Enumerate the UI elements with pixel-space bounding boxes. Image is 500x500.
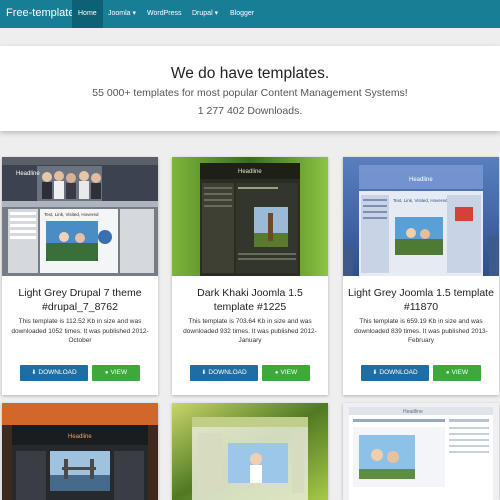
thumbnail-headline-text: Headline [409,177,433,183]
download-icon: ⬇ [31,370,37,376]
downloads-count: 1 277 402 Downloads. [197,105,303,117]
thumbnail-headline-text: Headline [16,171,40,177]
card-title[interactable]: Light Grey Drupal 7 theme #drupal_7_8762 [6,286,154,314]
card-title[interactable]: Dark Khaki Joomla 1.5 template #1225 [176,286,324,314]
nav-joomla-dropdown[interactable]: Joomla ▾ [102,0,142,28]
download-button[interactable]: ⬇ DOWNLOAD [361,365,429,381]
nav-wordpress[interactable]: WordPress [141,0,188,28]
nav-home[interactable]: Home [72,0,103,28]
eye-icon: ● [104,370,109,376]
template-card [172,403,328,500]
template-thumbnail[interactable]: Headline [343,403,499,500]
view-button[interactable]: ● VIEW [433,365,481,381]
nav-blogger[interactable]: Blogger [224,0,260,28]
template-card: Headline Text, Link, Visited, Hovered Li… [2,157,158,395]
thumbnail-post-title: Text, Link, Visited, Hovered [393,198,448,203]
template-card: Headline Dark Khaki Joomla 1.5 template … [172,157,328,395]
eye-icon: ● [445,370,450,376]
view-button[interactable]: ● VIEW [262,365,310,381]
template-thumbnail[interactable]: Headline Text, Link, Visited, Hovered [2,157,158,276]
top-navbar: Free-templates.lt Home Joomla ▾ WordPres… [0,0,500,28]
hero-subtitle: 55 000+ templates for most popular Conte… [92,87,408,99]
download-button[interactable]: ⬇ DOWNLOAD [190,365,258,381]
template-thumbnail[interactable]: Headline [172,157,328,276]
view-button[interactable]: ● VIEW [92,365,140,381]
template-thumbnail[interactable]: Headline [2,403,158,500]
template-thumbnail[interactable] [172,403,328,500]
download-icon: ⬇ [201,370,207,376]
card-description: This template is 703.64 Kb in size and w… [183,318,317,344]
card-description: This template is 659.19 Kb in size and w… [354,318,488,344]
template-thumbnail[interactable]: Headline Text, Link, Visited, Hovered [343,157,499,276]
thumbnail-post-title: Text, Link, Visited, Hovered [44,212,99,217]
thumbnail-headline-text: Headline [238,169,262,175]
template-card: Headline [2,403,158,500]
thumbnail-headline-text: Headline [68,434,92,440]
download-button[interactable]: ⬇ DOWNLOAD [20,365,88,381]
template-card: Headline [343,403,499,500]
hero-title: We do have templates. [170,65,330,82]
hero-banner: We do have templates. 55 000+ templates … [0,46,500,131]
download-icon: ⬇ [372,370,378,376]
eye-icon: ● [274,370,279,376]
template-card: Headline Text, Link, Visited, Hovered Li… [343,157,499,395]
nav-drupal-dropdown[interactable]: Drupal ▾ [186,0,224,28]
thumbnail-headline-text: Headline [403,409,423,415]
card-title[interactable]: Light Grey Joomla 1.5 template #11870 [347,286,495,314]
card-description: This template is 112.52 Kb in size and w… [11,318,149,344]
